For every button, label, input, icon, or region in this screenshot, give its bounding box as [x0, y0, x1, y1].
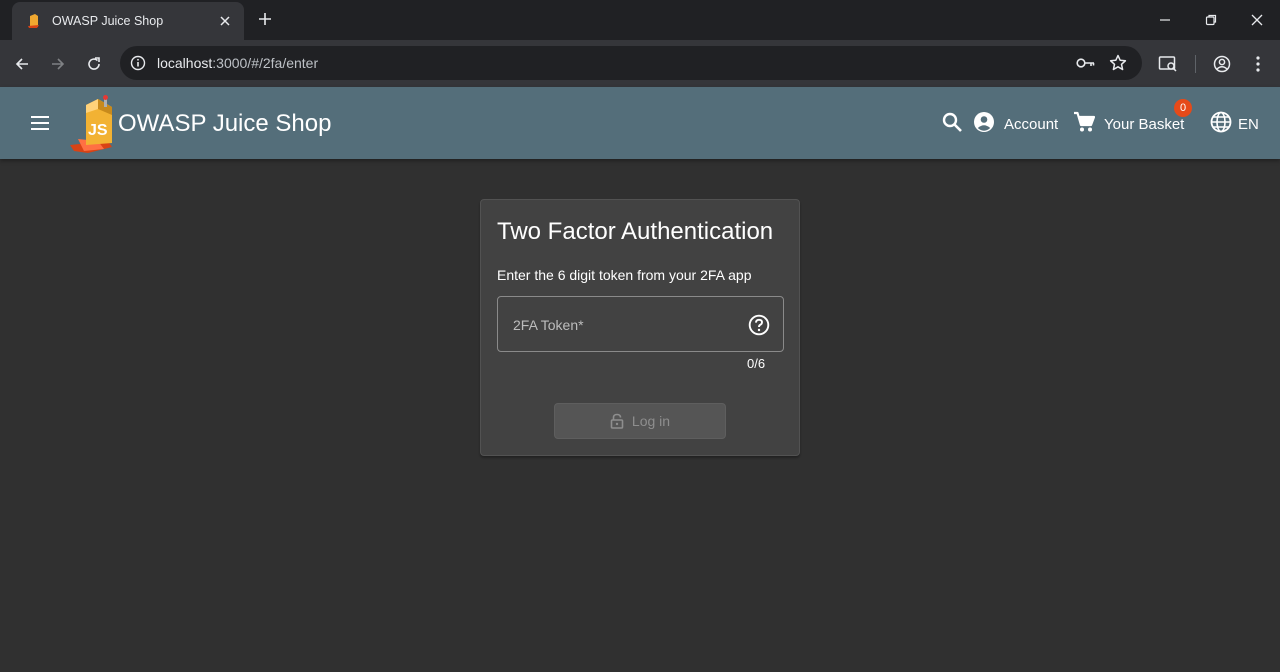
token-length-counter: 0/6: [747, 356, 766, 371]
browser-menu-icon[interactable]: [1246, 52, 1270, 76]
card-description: Enter the 6 digit token from your 2FA ap…: [497, 267, 752, 283]
search-icon: [941, 111, 963, 137]
language-label: EN: [1238, 115, 1259, 133]
browser-tabstrip: OWASP Juice Shop: [0, 0, 1280, 40]
restore-icon[interactable]: [1199, 8, 1223, 32]
login-button[interactable]: Log in: [554, 403, 726, 439]
close-window-icon[interactable]: [1245, 8, 1269, 32]
app-header: JS OWASP Juice Shop Account Your Basket …: [0, 87, 1280, 159]
forward-icon[interactable]: [46, 52, 70, 76]
address-bar[interactable]: localhost:3000/#/2fa/enter: [120, 46, 1142, 80]
app-title[interactable]: OWASP Juice Shop: [118, 110, 331, 138]
two-factor-card: Two Factor Authentication Enter the 6 di…: [480, 199, 800, 456]
svg-text:JS: JS: [88, 122, 108, 139]
token-input[interactable]: [512, 313, 732, 337]
account-label: Account: [1004, 115, 1059, 133]
password-key-icon[interactable]: [1076, 53, 1096, 73]
tab-close-icon[interactable]: [216, 12, 234, 30]
profile-icon[interactable]: [1210, 52, 1234, 76]
globe-icon: [1210, 111, 1232, 137]
browser-tab[interactable]: OWASP Juice Shop: [12, 2, 244, 40]
shopping-cart-icon: [1073, 111, 1096, 137]
reload-icon[interactable]: [82, 52, 106, 76]
basket-count-badge: 0: [1174, 99, 1192, 117]
hamburger-menu-icon[interactable]: [28, 111, 52, 135]
url-path: :3000/#/2fa/enter: [212, 55, 319, 71]
juice-shop-favicon-icon: [26, 13, 42, 29]
browser-toolbar: localhost:3000/#/2fa/enter: [0, 40, 1280, 87]
toolbar-divider: [1195, 55, 1196, 73]
basket-label: Your Basket: [1104, 115, 1185, 133]
url-text: localhost:3000/#/2fa/enter: [157, 55, 318, 71]
bookmark-star-icon[interactable]: [1108, 53, 1128, 73]
url-host: localhost: [157, 55, 213, 71]
tab-title: OWASP Juice Shop: [52, 14, 164, 28]
minimize-icon[interactable]: [1153, 8, 1177, 32]
new-tab-icon[interactable]: [254, 8, 276, 30]
basket-button[interactable]: Your Basket: [1073, 111, 1184, 137]
language-button[interactable]: EN: [1210, 111, 1259, 137]
media-search-icon[interactable]: [1156, 52, 1180, 76]
back-icon[interactable]: [10, 52, 34, 76]
search-button[interactable]: [941, 111, 963, 137]
site-info-icon[interactable]: [128, 53, 148, 73]
help-outline-icon[interactable]: [748, 314, 770, 336]
card-title: Two Factor Authentication: [497, 218, 774, 245]
account-button[interactable]: Account: [973, 111, 1058, 137]
account-circle-icon: [973, 111, 995, 137]
juice-shop-logo-icon[interactable]: JS: [68, 95, 118, 153]
lock-open-icon: [610, 413, 624, 429]
login-button-label: Log in: [631, 413, 671, 429]
token-field[interactable]: 2FA Token*: [497, 296, 784, 352]
